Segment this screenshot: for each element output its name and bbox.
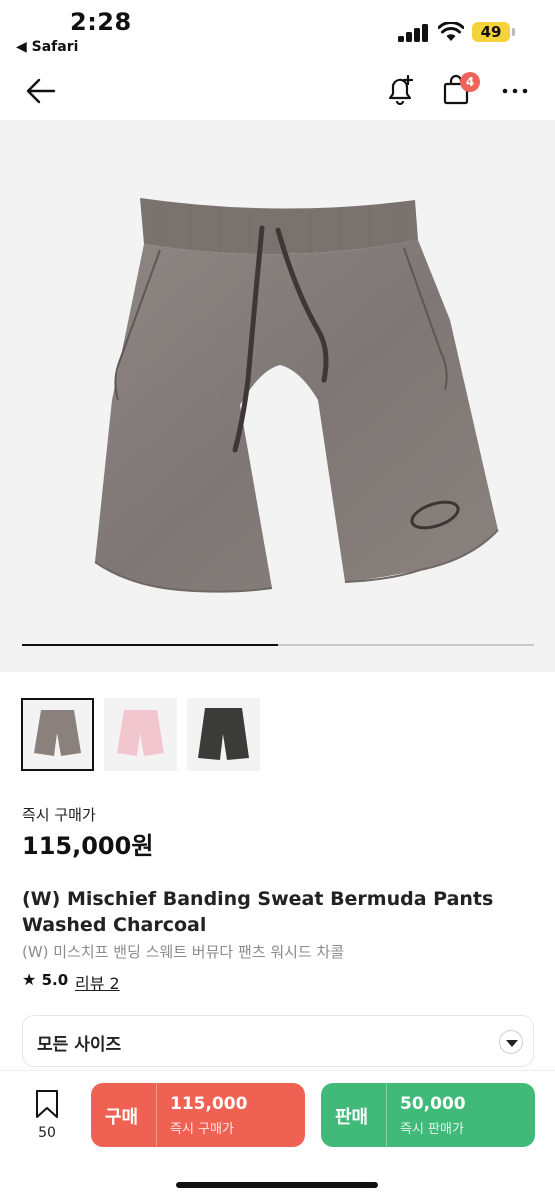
thumbnail-charcoal[interactable]	[21, 698, 94, 771]
signal-icon	[398, 24, 430, 42]
thumbnail-image-pink	[117, 710, 164, 756]
star-icon: ★	[22, 970, 37, 989]
sell-button-divider	[386, 1083, 387, 1147]
bookmark-count: 50	[38, 1125, 56, 1141]
buy-button-price: 115,000	[170, 1094, 248, 1114]
rating-value: 5.0	[41, 971, 69, 989]
battery-tip	[512, 28, 515, 36]
product-title-en: (W) Mischief Banding Sweat Bermuda Pants…	[22, 888, 494, 936]
sell-button-label: 판매	[335, 1107, 369, 1128]
status-bar: 2:28 ◀ Safari 49	[0, 0, 555, 62]
carousel-progress	[22, 644, 534, 646]
buy-button-divider	[156, 1083, 157, 1147]
review-link[interactable]: 리뷰 2	[75, 970, 120, 994]
back-arrow-icon[interactable]	[24, 74, 58, 108]
size-select[interactable]: 모든 사이즈	[22, 1015, 534, 1067]
price-value: 115,000원	[22, 832, 154, 860]
product-image-carousel[interactable]	[0, 120, 555, 672]
sell-button[interactable]: 판매 50,000 즉시 판매가	[321, 1083, 535, 1147]
buy-button-label: 구매	[105, 1107, 139, 1128]
product-title-ko: (W) 미스치프 밴딩 스웨트 버뮤다 팬츠 워시드 차콜	[22, 943, 345, 961]
wifi-icon	[438, 22, 464, 41]
sell-button-price: 50,000	[400, 1094, 466, 1114]
thumbnail-pink[interactable]	[104, 698, 177, 771]
bookmark-button[interactable]: 50	[30, 1089, 64, 1157]
status-time: 2:28	[70, 8, 132, 36]
bell-plus-icon[interactable]	[382, 72, 418, 108]
battery-icon: 49	[472, 22, 510, 42]
size-select-value: 모든 사이즈	[37, 1035, 122, 1055]
product-page: 2:28 ◀ Safari 49 4 즉시 구매가 115,000원 (W) M…	[0, 0, 555, 1200]
thumbnail-black[interactable]	[187, 698, 260, 771]
buy-button[interactable]: 구매 115,000 즉시 구매가	[91, 1083, 305, 1147]
price-label: 즉시 구매가	[22, 806, 96, 824]
cart-count-badge: 4	[460, 72, 480, 92]
home-indicator[interactable]	[176, 1182, 378, 1188]
chevron-down-icon	[499, 1030, 523, 1054]
bookmark-icon	[36, 1090, 58, 1118]
more-icon[interactable]	[500, 76, 530, 106]
product-image	[94, 198, 499, 593]
bottom-action-bar: 50 구매 115,000 즉시 구매가 판매 50,000 즉시 판매가	[0, 1070, 555, 1200]
back-to-safari-link[interactable]: ◀ Safari	[16, 39, 78, 55]
thumbnail-image-charcoal	[34, 710, 81, 756]
carousel-progress-fill	[22, 644, 278, 646]
buy-button-sub: 즉시 구매가	[170, 1122, 234, 1137]
thumbnail-image-black	[198, 708, 249, 760]
sell-button-sub: 즉시 판매가	[400, 1122, 464, 1137]
rating: ★ 5.0	[22, 970, 68, 989]
